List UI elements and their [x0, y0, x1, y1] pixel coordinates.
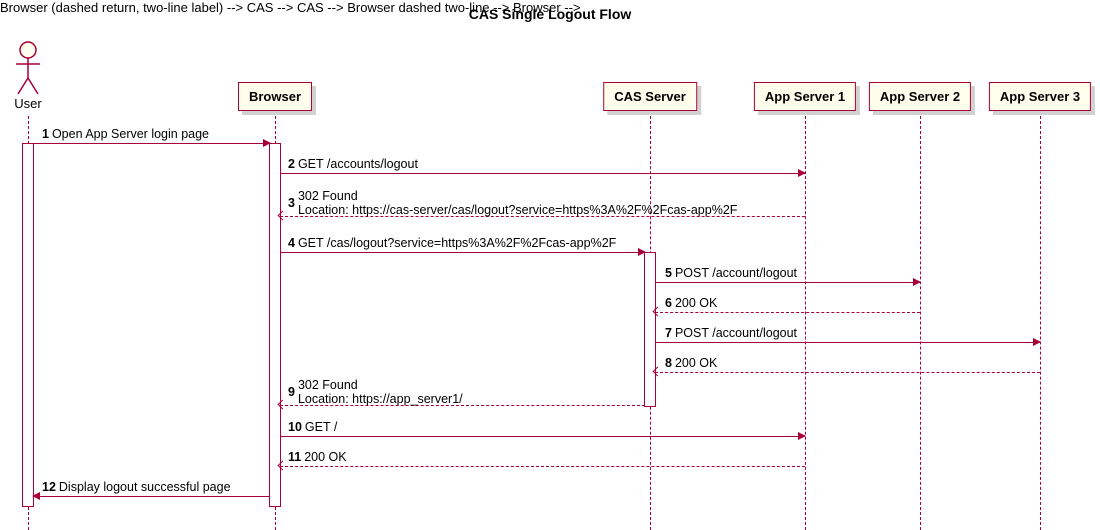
msg-11-arrow: [280, 466, 805, 467]
participant-user-label: User: [14, 96, 41, 111]
participant-app2: App Server 2: [869, 82, 971, 111]
msg-5-arrow: [655, 282, 920, 283]
msg-10-label: 10GET /: [288, 420, 337, 434]
lifeline-app3: [1040, 116, 1041, 530]
msg-2-arrow: [280, 173, 805, 174]
activation-user: [22, 143, 34, 507]
msg-11-label: 11200 OK: [288, 450, 347, 464]
msg-4-arrow: [280, 252, 645, 253]
activation-browser: [269, 143, 281, 507]
lifeline-app1: [805, 116, 806, 530]
msg-6-arrow: [655, 312, 920, 313]
diagram-title: CAS Single Logout Flow: [0, 6, 1100, 22]
msg-12-label: 12Display logout successful page: [42, 480, 231, 494]
msg-10-arrow: [280, 436, 805, 437]
msg-4-label: 4GET /cas/logout?service=https%3A%2F%2Fc…: [288, 236, 616, 250]
participant-browser: Browser: [238, 82, 312, 111]
msg-1-label: 1Open App Server login page: [42, 127, 209, 141]
msg-7-arrow: [655, 342, 1040, 343]
msg-12-arrow: [33, 496, 270, 497]
participant-app1: App Server 1: [754, 82, 856, 111]
msg-1-arrow: [33, 143, 270, 144]
participant-app3: App Server 3: [989, 82, 1091, 111]
msg-2-label: 2GET /accounts/logout: [288, 157, 418, 171]
lifeline-app2: [920, 116, 921, 530]
msg-6-label: 6200 OK: [665, 296, 717, 310]
participant-cas: CAS Server: [603, 82, 697, 111]
msg-3-label: 3302 FoundLocation: https://cas-server/c…: [288, 189, 737, 218]
msg-7-label: 7POST /account/logout: [665, 326, 797, 340]
msg-8-arrow: [655, 372, 1040, 373]
diagram-stage: CAS Single Logout Flow User Browser CAS …: [0, 0, 1100, 530]
user-actor-icon: [14, 40, 42, 96]
msg-5-label: 5POST /account/logout: [665, 266, 797, 280]
msg-8-label: 8200 OK: [665, 356, 717, 370]
activation-cas: [644, 252, 656, 407]
msg-9-label: 9302 FoundLocation: https://app_server1/: [288, 378, 463, 407]
